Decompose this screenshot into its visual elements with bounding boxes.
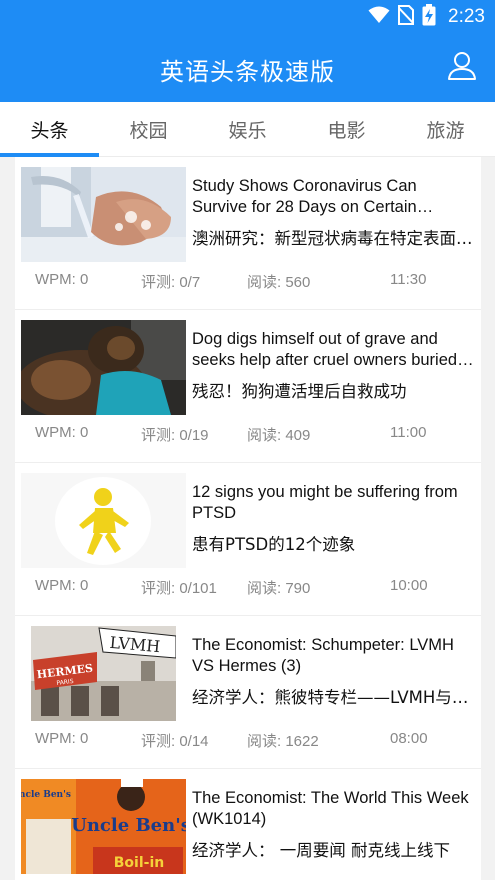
no-sim-icon: [397, 5, 415, 29]
user-icon: [447, 50, 477, 84]
article-time: 11:00: [390, 424, 427, 441]
article-time: 11:30: [390, 271, 427, 288]
article-reads: 阅读: 790: [247, 580, 311, 597]
user-profile-button[interactable]: [445, 50, 479, 84]
tab-campus[interactable]: 校园: [99, 102, 198, 157]
article-wpm: WPM: 0: [35, 271, 89, 288]
tab-movies[interactable]: 电影: [297, 102, 396, 157]
battery-charging-icon: [422, 4, 436, 30]
article-title-en[interactable]: Dog digs himself out of grave and seeks …: [192, 329, 474, 371]
dog-image: [21, 320, 186, 415]
brand-b-text: Uncle Ben's: [71, 815, 186, 836]
tab-travel[interactable]: 旅游: [396, 102, 495, 157]
uncle-bens-image: Uncle Ben's Uncle Ben's Boil-in: [21, 779, 186, 874]
article-title-cn[interactable]: 患有PTSD的12个迹象: [192, 534, 474, 556]
article-title-cn[interactable]: 澳洲研究：新型冠状病毒在特定表面可存活28天: [192, 228, 474, 250]
article-wpm: WPM: 0: [35, 424, 89, 441]
status-time: 2:23: [448, 6, 485, 27]
article-card[interactable]: Uncle Ben's Uncle Ben's Boil-in The Econ…: [15, 769, 481, 880]
article-feed[interactable]: Study Shows Coronavirus Can Survive for …: [15, 157, 481, 880]
article-eval: 评测: 0/14: [141, 733, 209, 750]
wifi-icon: [368, 6, 390, 28]
handwashing-image: [21, 167, 186, 262]
article-time: 08:00: [390, 730, 428, 747]
boil-text: Boil-in: [114, 855, 164, 871]
brand-a-text: Uncle Ben's: [21, 790, 71, 800]
article-card[interactable]: Dog digs himself out of grave and seeks …: [15, 310, 481, 463]
status-bar: 2:23: [0, 0, 495, 34]
article-title-cn[interactable]: 经济学人： 一周要闻 耐克线上线下: [192, 840, 474, 862]
status-icons: 2:23: [368, 4, 485, 30]
article-title-en[interactable]: Study Shows Coronavirus Can Survive for …: [192, 176, 474, 218]
article-title-cn[interactable]: 残忍！狗狗遭活埋后自救成功: [192, 381, 474, 403]
article-wpm: WPM: 0: [35, 730, 89, 747]
article-reads: 阅读: 560: [247, 274, 311, 291]
ptsd-figure-image: [21, 473, 186, 568]
category-tab-bar: 头条 校园 娱乐 电影 旅游: [0, 102, 495, 157]
lvmh-hermes-image: LVMH HERMES PARIS: [31, 626, 176, 721]
article-card[interactable]: LVMH HERMES PARIS The Economist: Schumpe…: [15, 616, 481, 769]
tab-entertainment[interactable]: 娱乐: [198, 102, 297, 157]
article-reads: 阅读: 409: [247, 427, 311, 444]
article-wpm: WPM: 0: [35, 577, 89, 594]
tab-headlines[interactable]: 头条: [0, 102, 99, 157]
article-title-en[interactable]: 12 signs you might be suffering from PTS…: [192, 482, 474, 524]
article-reads: 阅读: 1622: [247, 733, 319, 750]
article-card[interactable]: 12 signs you might be suffering from PTS…: [15, 463, 481, 616]
article-time: 10:00: [390, 577, 428, 594]
app-title: 英语头条极速版: [160, 58, 335, 86]
article-eval: 评测: 0/101: [141, 580, 217, 597]
article-title-en[interactable]: The Economist: The World This Week (WK10…: [192, 788, 474, 830]
article-eval: 评测: 0/19: [141, 427, 209, 444]
article-title-en[interactable]: The Economist: Schumpeter: LVMH VS Herme…: [192, 635, 474, 677]
article-card[interactable]: Study Shows Coronavirus Can Survive for …: [15, 157, 481, 310]
article-eval: 评测: 0/7: [141, 274, 201, 291]
app-bar: 英语头条极速版: [0, 34, 495, 102]
article-title-cn[interactable]: 经济学人：熊彼特专栏——LVMH与爱马仕之争: [192, 687, 474, 709]
